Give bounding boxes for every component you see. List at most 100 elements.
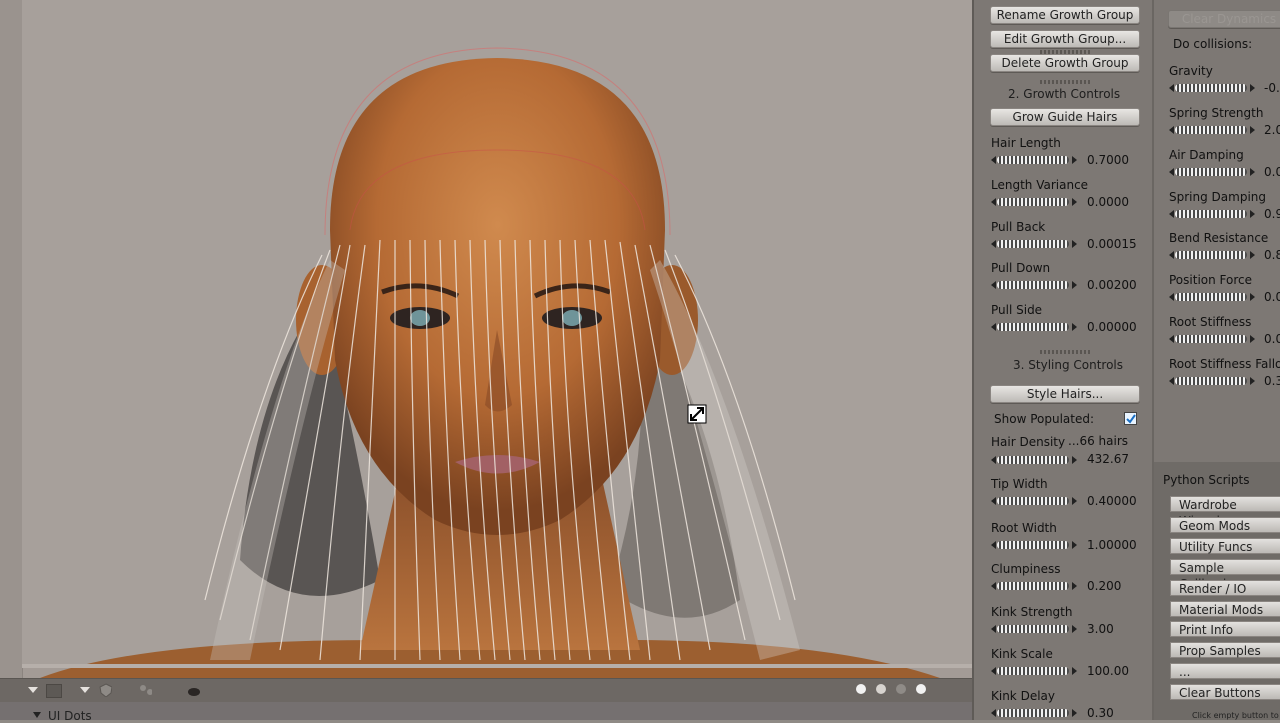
spring-damping-label: Spring Damping xyxy=(1169,190,1266,204)
style-hairs-button[interactable]: Style Hairs... xyxy=(990,385,1140,403)
python-button-clear-buttons[interactable]: Clear Buttons xyxy=(1170,684,1280,700)
growth-controls-title: 2. Growth Controls xyxy=(1008,87,1121,101)
python-button-utility-funcs[interactable]: Utility Funcs xyxy=(1170,538,1280,554)
styling-controls-title: 3. Styling Controls xyxy=(1013,358,1124,372)
view-dot-1[interactable] xyxy=(856,684,866,694)
length-variance-label: Length Variance xyxy=(991,178,1089,192)
hair-density-value[interactable]: 432.67 xyxy=(1087,452,1129,466)
clumpiness-label: Clumpiness xyxy=(991,562,1061,576)
pull-side-label: Pull Side xyxy=(991,303,1043,317)
hair-length-label: Hair Length xyxy=(991,136,1061,150)
hair-density-dial[interactable] xyxy=(991,455,1077,465)
tip-width-value[interactable]: 0.40000 xyxy=(1087,494,1137,508)
rename-growth-group-button[interactable]: Rename Growth Group xyxy=(990,6,1140,24)
position-force-value[interactable]: 0.0 xyxy=(1264,290,1280,304)
kink-delay-dial[interactable] xyxy=(991,708,1077,718)
pull-down-value[interactable]: 0.00200 xyxy=(1087,278,1137,292)
spring-strength-value[interactable]: 2.0 xyxy=(1264,123,1280,137)
tip-width-dial[interactable] xyxy=(991,496,1077,506)
separator xyxy=(1040,80,1090,84)
delete-growth-group-button[interactable]: Delete Growth Group xyxy=(990,54,1140,72)
root-stiffness-falloff-value[interactable]: 0.3 xyxy=(1264,374,1280,388)
gravity-label: Gravity xyxy=(1169,64,1213,78)
status-bar xyxy=(0,702,972,720)
length-variance-value[interactable]: 0.0000 xyxy=(1087,195,1129,209)
do-collisions-label: Do collisions: xyxy=(1173,37,1253,51)
position-force-label: Position Force xyxy=(1169,273,1253,287)
kink-scale-value[interactable]: 100.00 xyxy=(1087,664,1129,678)
kink-strength-label: Kink Strength xyxy=(991,605,1073,619)
pull-back-value[interactable]: 0.00015 xyxy=(1087,237,1137,251)
kink-delay-label: Kink Delay xyxy=(991,689,1055,703)
clumpiness-dial[interactable] xyxy=(991,581,1077,591)
kink-scale-dial[interactable] xyxy=(991,666,1077,676)
spring-strength-label: Spring Strength xyxy=(1169,106,1264,120)
clear-dynamics-button[interactable]: Clear Dynamics xyxy=(1168,10,1280,28)
checkmark-icon xyxy=(1126,414,1136,424)
kink-strength-value[interactable]: 3.00 xyxy=(1087,622,1114,636)
pull-back-dial[interactable] xyxy=(991,239,1077,249)
root-stiffness-dial[interactable] xyxy=(1169,334,1255,344)
figure-preview-icon[interactable] xyxy=(186,683,200,697)
root-stiffness-label: Root Stiffness xyxy=(1169,315,1252,329)
root-width-value[interactable]: 1.00000 xyxy=(1087,538,1137,552)
pull-down-label: Pull Down xyxy=(991,261,1051,275)
pull-back-label: Pull Back xyxy=(991,220,1046,234)
length-variance-dial[interactable] xyxy=(991,197,1077,207)
view-dot-2[interactable] xyxy=(876,684,886,694)
root-width-label: Root Width xyxy=(991,521,1057,535)
hair-density-label: Hair Density xyxy=(991,435,1066,449)
view-dot-4[interactable] xyxy=(916,684,926,694)
collapse-arrow-icon[interactable] xyxy=(32,711,42,719)
gravity-value[interactable]: -0.0 xyxy=(1264,81,1280,95)
root-stiffness-value[interactable]: 0.0 xyxy=(1264,332,1280,346)
air-damping-value[interactable]: 0.0 xyxy=(1264,165,1280,179)
kink-delay-value[interactable]: 0.30 xyxy=(1087,706,1114,720)
hair-length-dial[interactable] xyxy=(991,155,1077,165)
root-width-dial[interactable] xyxy=(991,540,1077,550)
square-icon[interactable] xyxy=(46,684,62,698)
gravity-dial[interactable] xyxy=(1169,83,1255,93)
dropdown-arrow-icon[interactable] xyxy=(26,683,40,697)
air-damping-label: Air Damping xyxy=(1169,148,1244,162)
spring-damping-dial[interactable] xyxy=(1169,209,1255,219)
pull-side-dial[interactable] xyxy=(991,322,1077,332)
python-button-render-io[interactable]: Render / IO xyxy=(1170,580,1280,596)
hair-density-count: ...66 hairs xyxy=(1068,434,1129,448)
dropdown-arrow-icon[interactable] xyxy=(78,683,92,697)
python-footer-hint: Click empty button to xyxy=(1192,711,1279,720)
hair-length-value[interactable]: 0.7000 xyxy=(1087,153,1129,167)
spring-damping-value[interactable]: 0.9 xyxy=(1264,207,1280,221)
python-button-empty[interactable]: ... xyxy=(1170,663,1280,679)
spheres-icon[interactable] xyxy=(138,683,152,697)
view-dot-3[interactable] xyxy=(896,684,906,694)
python-button-prop-samples[interactable]: Prop Samples xyxy=(1170,642,1280,658)
python-button-wardrobe-wizard[interactable]: Wardrobe Wizard xyxy=(1170,496,1280,528)
python-button-sample-callbacks[interactable]: Sample Callbacks xyxy=(1170,559,1280,591)
kink-scale-label: Kink Scale xyxy=(991,647,1053,661)
separator xyxy=(1040,350,1090,354)
bend-resistance-dial[interactable] xyxy=(1169,250,1255,260)
viewport-ground-line xyxy=(22,664,972,668)
python-button-material-mods[interactable]: Material Mods xyxy=(1170,601,1280,617)
figure-render xyxy=(40,47,940,678)
root-stiffness-falloff-label: Root Stiffness Falloff xyxy=(1169,357,1280,371)
position-force-dial[interactable] xyxy=(1169,292,1255,302)
clumpiness-value[interactable]: 0.200 xyxy=(1087,579,1121,593)
shield-icon[interactable] xyxy=(98,683,112,697)
kink-strength-dial[interactable] xyxy=(991,624,1077,634)
bend-resistance-label: Bend Resistance xyxy=(1169,231,1269,245)
pull-side-value[interactable]: 0.00000 xyxy=(1087,320,1137,334)
python-button-geom-mods[interactable]: Geom Mods xyxy=(1170,517,1280,533)
grow-guide-hairs-button[interactable]: Grow Guide Hairs xyxy=(990,108,1140,126)
pull-down-dial[interactable] xyxy=(991,280,1077,290)
edit-growth-group-button[interactable]: Edit Growth Group... xyxy=(990,30,1140,48)
python-button-print-info[interactable]: Print Info xyxy=(1170,621,1280,637)
bend-resistance-value[interactable]: 0.8 xyxy=(1264,248,1280,262)
show-populated-checkbox[interactable] xyxy=(1124,412,1137,425)
3d-viewport[interactable] xyxy=(0,0,972,678)
root-stiffness-falloff-dial[interactable] xyxy=(1169,376,1255,386)
air-damping-dial[interactable] xyxy=(1169,167,1255,177)
spring-strength-dial[interactable] xyxy=(1169,125,1255,135)
ui-dots-label: UI Dots xyxy=(48,709,92,723)
